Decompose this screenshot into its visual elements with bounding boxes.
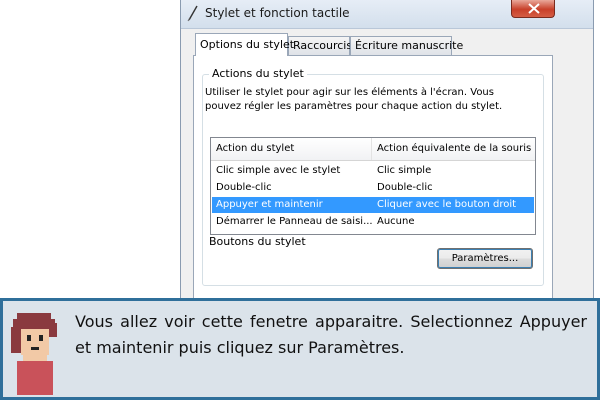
window-title: Stylet et fonction tactile [205,6,350,20]
tutorial-caption: Vous allez voir cette fenetre apparaitre… [0,298,600,400]
row-mouse-action: Cliquer avec le bouton droit [377,199,517,210]
avatar [11,313,57,395]
list-item[interactable]: Démarrer le Panneau de saisi... Aucune [212,214,534,230]
group-title: Actions du stylet [209,67,307,80]
tab-panel: Actions du stylet Utiliser le stylet pou… [193,55,553,300]
pen-actions-group: Actions du stylet Utiliser le stylet pou… [202,67,544,286]
pen-actions-list[interactable]: Action du stylet Action équivalente de l… [210,137,536,235]
row-pen-action: Démarrer le Panneau de saisi... [216,216,373,227]
list-item-selected[interactable]: Appuyer et maintenir Cliquer avec le bou… [212,197,534,213]
column-divider[interactable] [371,138,372,160]
list-header: Action du stylet Action équivalente de l… [211,138,535,161]
row-pen-action: Appuyer et maintenir [216,199,323,210]
close-icon [528,3,540,14]
column-header-mouse-action[interactable]: Action équivalente de la souris [377,143,531,154]
tab-handwriting[interactable]: Écriture manuscrite [350,36,463,55]
title-bar[interactable]: Stylet et fonction tactile [181,0,593,29]
caption-text: Vous allez voir cette fenetre apparaitre… [75,312,587,357]
list-item[interactable]: Clic simple avec le stylet Clic simple [212,163,534,179]
row-mouse-action: Aucune [377,216,415,227]
column-header-pen-action[interactable]: Action du stylet [216,143,294,154]
row-pen-action: Clic simple avec le stylet [216,165,341,176]
settings-button[interactable]: Paramètres... [437,248,533,269]
pen-buttons-group-title: Boutons du stylet [209,235,306,248]
pen-touch-dialog: Stylet et fonction tactile Options du st… [180,0,594,300]
pen-icon [187,5,198,22]
row-mouse-action: Double-clic [377,182,433,193]
group-description: Utiliser le stylet pour agir sur les élé… [205,87,503,112]
list-item[interactable]: Double-clic Double-clic [212,180,534,196]
close-button[interactable] [511,0,555,18]
row-pen-action: Double-clic [216,182,272,193]
row-mouse-action: Clic simple [377,165,432,176]
tab-shortcuts[interactable]: Raccourcis [288,36,352,55]
tab-pen-options[interactable]: Options du stylet [195,33,294,56]
